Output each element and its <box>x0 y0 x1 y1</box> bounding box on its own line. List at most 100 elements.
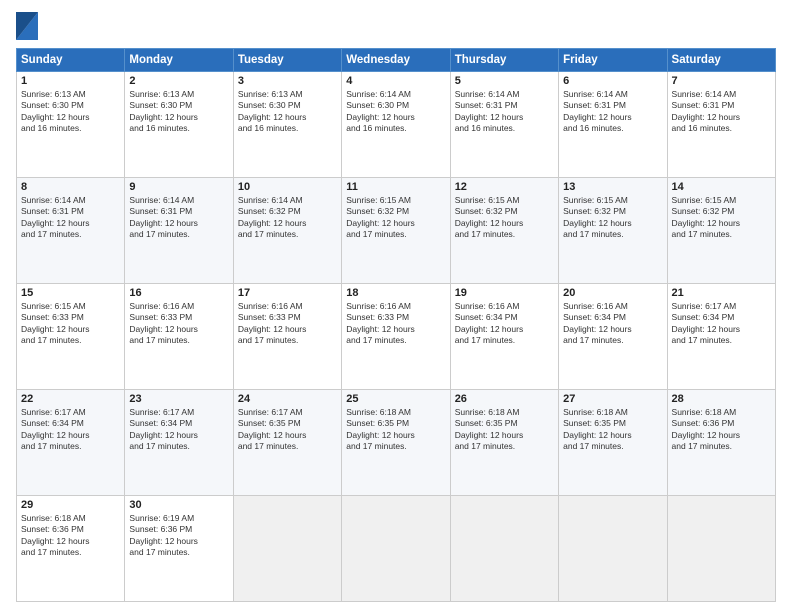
cell-info: Sunrise: 6:17 AMSunset: 6:34 PMDaylight:… <box>129 407 228 453</box>
cell-info: Sunrise: 6:13 AMSunset: 6:30 PMDaylight:… <box>129 89 228 135</box>
calendar-cell: 25 Sunrise: 6:18 AMSunset: 6:35 PMDayligh… <box>342 390 450 496</box>
cell-info: Sunrise: 6:14 AMSunset: 6:31 PMDaylight:… <box>21 195 120 241</box>
day-number: 2 <box>129 75 228 87</box>
calendar-week-5: 29 Sunrise: 6:18 AMSunset: 6:36 PMDayligh… <box>17 496 776 602</box>
cell-info: Sunrise: 6:13 AMSunset: 6:30 PMDaylight:… <box>238 89 337 135</box>
calendar-cell: 24 Sunrise: 6:17 AMSunset: 6:35 PMDayligh… <box>233 390 341 496</box>
cell-info: Sunrise: 6:15 AMSunset: 6:33 PMDaylight:… <box>21 301 120 347</box>
cell-info: Sunrise: 6:14 AMSunset: 6:31 PMDaylight:… <box>563 89 662 135</box>
cell-info: Sunrise: 6:14 AMSunset: 6:32 PMDaylight:… <box>238 195 337 241</box>
day-header-tuesday: Tuesday <box>233 49 341 72</box>
calendar-week-2: 8 Sunrise: 6:14 AMSunset: 6:31 PMDaylight… <box>17 178 776 284</box>
cell-info: Sunrise: 6:17 AMSunset: 6:34 PMDaylight:… <box>21 407 120 453</box>
calendar-cell: 20 Sunrise: 6:16 AMSunset: 6:34 PMDayligh… <box>559 284 667 390</box>
cell-info: Sunrise: 6:14 AMSunset: 6:31 PMDaylight:… <box>129 195 228 241</box>
calendar-cell: 14 Sunrise: 6:15 AMSunset: 6:32 PMDayligh… <box>667 178 775 284</box>
day-number: 14 <box>672 181 771 193</box>
calendar-cell: 23 Sunrise: 6:17 AMSunset: 6:34 PMDayligh… <box>125 390 233 496</box>
calendar-cell: 17Sunrise: 6:16 AMSunset: 6:33 PMDayligh… <box>233 284 341 390</box>
day-number: 26 <box>455 393 554 405</box>
cell-info: Sunrise: 6:15 AMSunset: 6:32 PMDaylight:… <box>672 195 771 241</box>
cell-info: Sunrise: 6:16 AMSunset: 6:34 PMDaylight:… <box>455 301 554 347</box>
day-number: 3 <box>238 75 337 87</box>
day-header-thursday: Thursday <box>450 49 558 72</box>
calendar-body: 1Sunrise: 6:13 AMSunset: 6:30 PMDaylight… <box>17 72 776 602</box>
cell-info: Sunrise: 6:14 AMSunset: 6:31 PMDaylight:… <box>455 89 554 135</box>
cell-info: Sunrise: 6:18 AMSunset: 6:35 PMDaylight:… <box>455 407 554 453</box>
calendar-cell <box>342 496 450 602</box>
day-number: 8 <box>21 181 120 193</box>
calendar-week-4: 22Sunrise: 6:17 AMSunset: 6:34 PMDayligh… <box>17 390 776 496</box>
calendar-cell: 9Sunrise: 6:14 AMSunset: 6:31 PMDaylight… <box>125 178 233 284</box>
day-number: 12 <box>455 181 554 193</box>
calendar-cell: 30 Sunrise: 6:19 AMSunset: 6:36 PMDayligh… <box>125 496 233 602</box>
cell-info: Sunrise: 6:18 AMSunset: 6:35 PMDaylight:… <box>346 407 445 453</box>
calendar-table: SundayMondayTuesdayWednesdayThursdayFrid… <box>16 48 776 602</box>
calendar-cell: 8 Sunrise: 6:14 AMSunset: 6:31 PMDaylight… <box>17 178 125 284</box>
day-header-sunday: Sunday <box>17 49 125 72</box>
calendar-cell: 15 Sunrise: 6:15 AMSunset: 6:33 PMDayligh… <box>17 284 125 390</box>
calendar-cell: 27Sunrise: 6:18 AMSunset: 6:35 PMDayligh… <box>559 390 667 496</box>
day-number: 11 <box>346 181 445 193</box>
day-number: 29 <box>21 499 120 511</box>
day-number: 21 <box>672 287 771 299</box>
calendar-cell: 5 Sunrise: 6:14 AMSunset: 6:31 PMDaylight… <box>450 72 558 178</box>
cell-info: Sunrise: 6:15 AMSunset: 6:32 PMDaylight:… <box>346 195 445 241</box>
calendar-cell: 21 Sunrise: 6:17 AMSunset: 6:34 PMDayligh… <box>667 284 775 390</box>
day-number: 28 <box>672 393 771 405</box>
calendar-cell: 11 Sunrise: 6:15 AMSunset: 6:32 PMDayligh… <box>342 178 450 284</box>
day-number: 6 <box>563 75 662 87</box>
cell-info: Sunrise: 6:18 AMSunset: 6:35 PMDaylight:… <box>563 407 662 453</box>
day-number: 25 <box>346 393 445 405</box>
cell-info: Sunrise: 6:17 AMSunset: 6:34 PMDaylight:… <box>672 301 771 347</box>
cell-info: Sunrise: 6:18 AMSunset: 6:36 PMDaylight:… <box>21 513 120 559</box>
day-number: 19 <box>455 287 554 299</box>
day-header-wednesday: Wednesday <box>342 49 450 72</box>
cell-info: Sunrise: 6:16 AMSunset: 6:33 PMDaylight:… <box>346 301 445 347</box>
cell-info: Sunrise: 6:17 AMSunset: 6:35 PMDaylight:… <box>238 407 337 453</box>
day-number: 16 <box>129 287 228 299</box>
calendar-cell: 22Sunrise: 6:17 AMSunset: 6:34 PMDayligh… <box>17 390 125 496</box>
logo-icon <box>16 12 38 40</box>
calendar-cell <box>450 496 558 602</box>
calendar-cell: 26 Sunrise: 6:18 AMSunset: 6:35 PMDayligh… <box>450 390 558 496</box>
cell-info: Sunrise: 6:18 AMSunset: 6:36 PMDaylight:… <box>672 407 771 453</box>
calendar-cell: 2 Sunrise: 6:13 AMSunset: 6:30 PMDaylight… <box>125 72 233 178</box>
calendar-cell: 13Sunrise: 6:15 AMSunset: 6:32 PMDayligh… <box>559 178 667 284</box>
calendar-cell: 12 Sunrise: 6:15 AMSunset: 6:32 PMDayligh… <box>450 178 558 284</box>
page: SundayMondayTuesdayWednesdayThursdayFrid… <box>0 0 792 612</box>
cell-info: Sunrise: 6:16 AMSunset: 6:34 PMDaylight:… <box>563 301 662 347</box>
cell-info: Sunrise: 6:15 AMSunset: 6:32 PMDaylight:… <box>455 195 554 241</box>
calendar-cell: 29 Sunrise: 6:18 AMSunset: 6:36 PMDayligh… <box>17 496 125 602</box>
cell-info: Sunrise: 6:14 AMSunset: 6:30 PMDaylight:… <box>346 89 445 135</box>
logo <box>16 12 42 40</box>
day-header-saturday: Saturday <box>667 49 775 72</box>
calendar-week-1: 1Sunrise: 6:13 AMSunset: 6:30 PMDaylight… <box>17 72 776 178</box>
day-header-monday: Monday <box>125 49 233 72</box>
calendar-cell <box>233 496 341 602</box>
day-header-friday: Friday <box>559 49 667 72</box>
day-number: 4 <box>346 75 445 87</box>
calendar-cell: 16Sunrise: 6:16 AMSunset: 6:33 PMDayligh… <box>125 284 233 390</box>
calendar-cell: 3 Sunrise: 6:13 AMSunset: 6:30 PMDaylight… <box>233 72 341 178</box>
cell-info: Sunrise: 6:19 AMSunset: 6:36 PMDaylight:… <box>129 513 228 559</box>
calendar-cell <box>559 496 667 602</box>
day-number: 24 <box>238 393 337 405</box>
calendar-cell: 10 Sunrise: 6:14 AMSunset: 6:32 PMDayligh… <box>233 178 341 284</box>
day-number: 20 <box>563 287 662 299</box>
day-number: 17 <box>238 287 337 299</box>
calendar-header-row: SundayMondayTuesdayWednesdayThursdayFrid… <box>17 49 776 72</box>
day-number: 30 <box>129 499 228 511</box>
calendar-cell: 6 Sunrise: 6:14 AMSunset: 6:31 PMDaylight… <box>559 72 667 178</box>
calendar-week-3: 15 Sunrise: 6:15 AMSunset: 6:33 PMDayligh… <box>17 284 776 390</box>
header <box>16 12 776 40</box>
calendar-cell: 18 Sunrise: 6:16 AMSunset: 6:33 PMDayligh… <box>342 284 450 390</box>
day-number: 5 <box>455 75 554 87</box>
cell-info: Sunrise: 6:15 AMSunset: 6:32 PMDaylight:… <box>563 195 662 241</box>
day-number: 15 <box>21 287 120 299</box>
cell-info: Sunrise: 6:13 AMSunset: 6:30 PMDaylight:… <box>21 89 120 135</box>
day-number: 18 <box>346 287 445 299</box>
day-number: 7 <box>672 75 771 87</box>
day-number: 10 <box>238 181 337 193</box>
day-number: 23 <box>129 393 228 405</box>
